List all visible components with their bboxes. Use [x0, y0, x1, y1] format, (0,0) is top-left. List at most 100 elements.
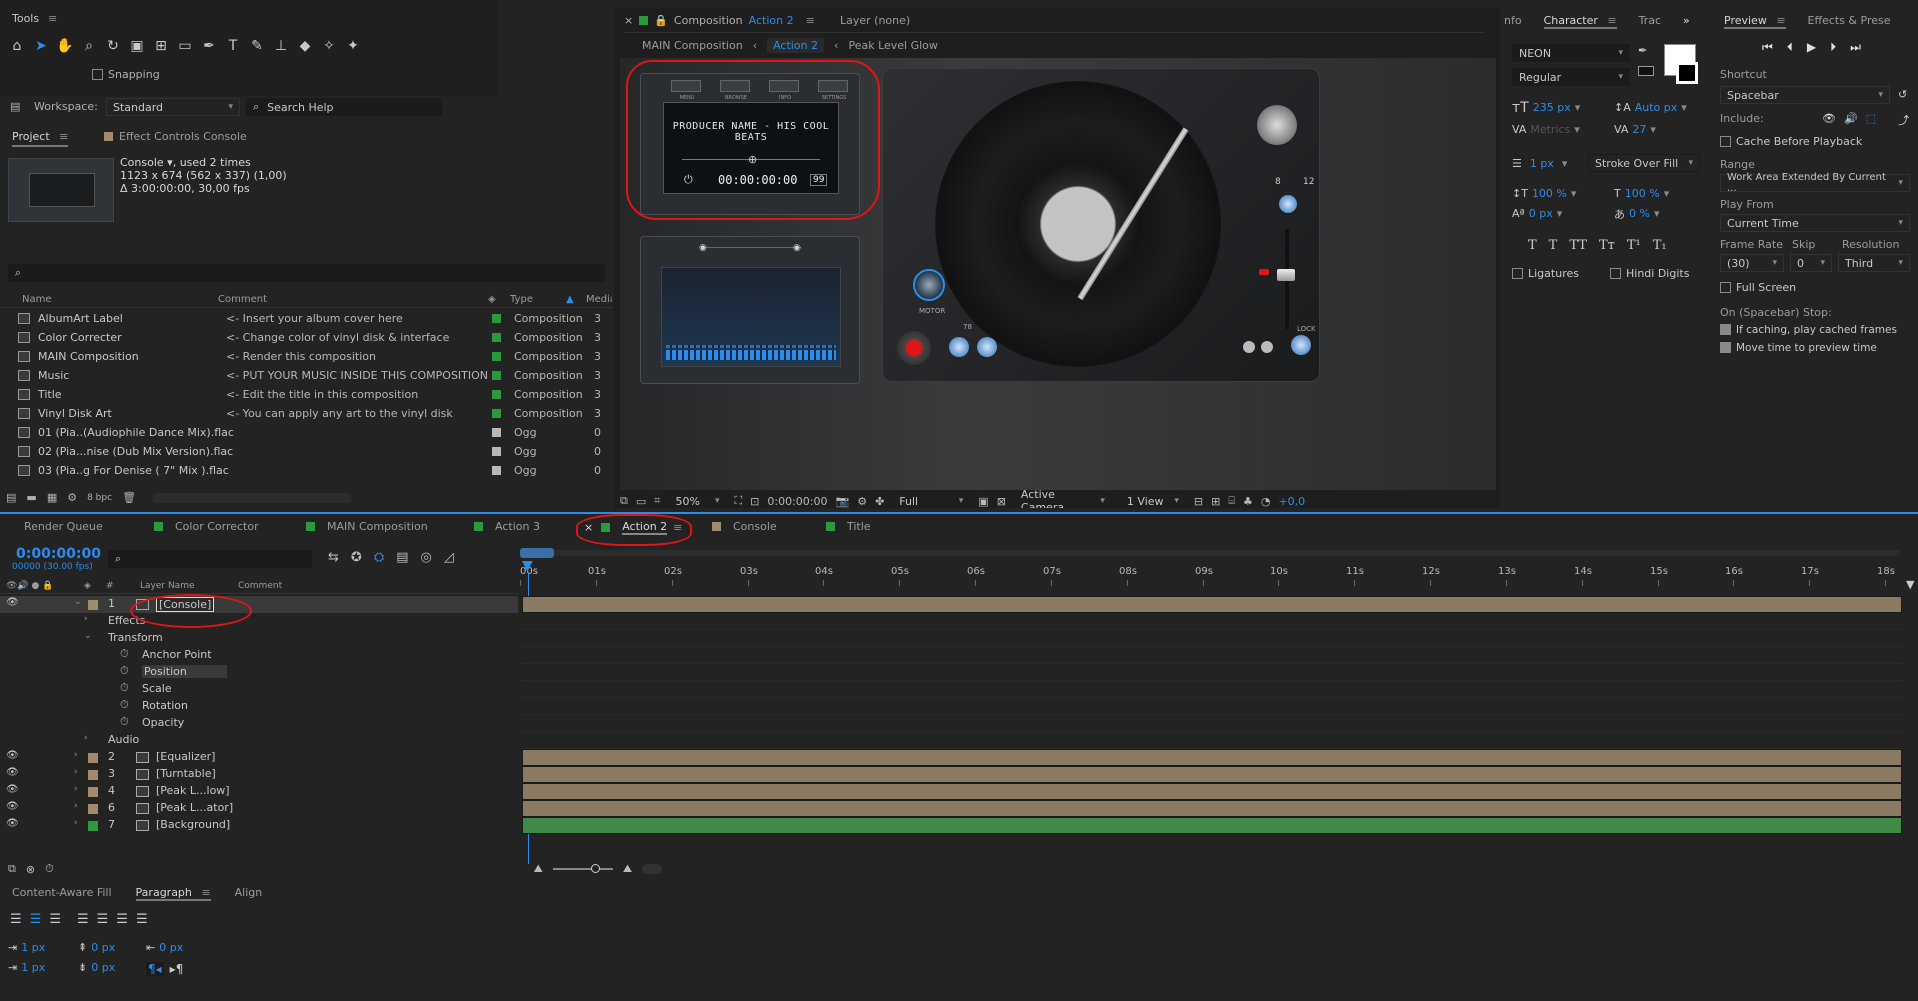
skip-select[interactable]: 0	[1790, 254, 1832, 272]
selection-tool-icon[interactable]: ➤	[30, 35, 52, 57]
property-row[interactable]: › Audio	[0, 732, 518, 749]
timeline-timecode[interactable]: 0:00:00:00	[16, 546, 101, 562]
comment-column[interactable]: Comment	[238, 581, 282, 591]
project-search-input[interactable]: ⌕	[8, 264, 606, 282]
resolution-select[interactable]: Full	[892, 492, 971, 508]
project-row[interactable]: Music <- PUT YOUR MUSIC INSIDE THIS COMPO…	[0, 367, 612, 386]
move-time-toggle[interactable]: Move time to preview time	[1720, 338, 1877, 357]
type-style-button[interactable]: T¹	[1627, 238, 1641, 253]
layer-name[interactable]: [Peak L...ator]	[156, 801, 233, 814]
tab-align[interactable]: Align	[235, 886, 263, 901]
project-row[interactable]: Vinyl Disk Art <- You can apply any art t…	[0, 405, 612, 424]
playhead-icon[interactable]: ▼	[522, 558, 533, 574]
pitch-fader[interactable]	[1277, 269, 1295, 281]
region-icon[interactable]: ⊡	[750, 495, 759, 508]
puppet-tool-icon[interactable]: ✦	[342, 35, 364, 57]
font-select[interactable]: NEON	[1512, 44, 1630, 62]
baseline-value[interactable]: 0 px	[1529, 207, 1553, 220]
layer-name[interactable]: [Peak L...low]	[156, 784, 230, 797]
align-right-icon[interactable]: ☰	[49, 912, 61, 927]
ltr-icon[interactable]: ¶◂	[146, 962, 164, 976]
property-row[interactable]: ⏱ Rotation	[0, 698, 518, 715]
tab-project[interactable]: Project ≡	[12, 130, 69, 147]
work-area-start[interactable]	[520, 548, 554, 558]
hscale-value[interactable]: 100 %	[1625, 187, 1660, 200]
timeline-scrollbar[interactable]	[642, 864, 663, 874]
expand-arrow-icon[interactable]: ›	[74, 750, 78, 760]
type-style-button[interactable]: T₁	[1653, 238, 1667, 253]
trash-icon[interactable]: 🗑	[122, 491, 136, 504]
close-icon[interactable]: ×	[624, 14, 633, 27]
speed-33-button[interactable]	[949, 337, 969, 357]
layer-row[interactable]: 👁 › 6 [Peak L...ator]	[0, 800, 518, 817]
motor-knob[interactable]	[913, 269, 945, 301]
project-row-label-color[interactable]	[492, 314, 501, 323]
new-composition-icon[interactable]: ▦	[47, 491, 57, 504]
toggle-modes-icon[interactable]: ⊗	[26, 863, 35, 876]
indent-right-value[interactable]: 1 px	[21, 961, 45, 974]
sort-icon[interactable]: ▲	[566, 294, 574, 305]
zoom-in-icon[interactable]: ⛰	[623, 862, 632, 876]
visibility-eye-icon[interactable]: 👁	[6, 750, 19, 761]
ligatures-checkbox[interactable]	[1512, 268, 1523, 279]
layer-name[interactable]: [Equalizer]	[156, 750, 215, 763]
search-help-input[interactable]: ⌕ Search Help	[246, 98, 442, 116]
layer-label-color[interactable]	[88, 600, 98, 610]
tab-info[interactable]: nfo	[1504, 14, 1522, 29]
visibility-eye-icon[interactable]: 👁	[6, 784, 19, 795]
property-row[interactable]: ⏱ Opacity	[0, 715, 518, 732]
leading-value[interactable]: Auto px	[1635, 101, 1678, 114]
layer-row[interactable]: 👁 › 4 [Peak L...low]	[0, 783, 518, 800]
expand-arrow-icon[interactable]: ›	[84, 614, 88, 624]
first-frame-icon[interactable]: ⏮	[1762, 40, 1773, 55]
always-preview-icon[interactable]: ⧉	[620, 494, 628, 508]
resolution-select-preview[interactable]: Third	[1838, 254, 1910, 272]
timeline-icon[interactable]: ⌸	[1228, 494, 1235, 508]
play-icon[interactable]: ▶	[1807, 40, 1816, 55]
visibility-eye-icon[interactable]: 👁	[6, 818, 19, 829]
kerning-value[interactable]: Metrics	[1530, 123, 1570, 136]
toggle-icon-1[interactable]: ⊟	[1194, 495, 1203, 508]
layer-duration-bar[interactable]	[522, 749, 1902, 766]
visibility-eye-icon[interactable]: 👁	[6, 597, 19, 608]
layer-row[interactable]: 👁 › 3 [Turntable]	[0, 766, 518, 783]
expand-arrow-icon[interactable]: ›	[74, 801, 78, 811]
stopwatch-icon[interactable]: ⏱	[120, 664, 129, 678]
col-comment[interactable]: Comment	[218, 294, 267, 305]
stroke-mode-select[interactable]: Stroke Over Fill	[1588, 154, 1700, 172]
start-stop-button[interactable]	[897, 331, 931, 365]
comp-timecode[interactable]: 0:00:00:00	[767, 495, 827, 508]
project-row-label-color[interactable]	[492, 428, 501, 437]
speed-45-button[interactable]	[977, 337, 997, 357]
project-row[interactable]: Title <- Edit the title in this compositi…	[0, 386, 612, 405]
small-knob-2[interactable]	[1261, 341, 1273, 353]
zoom-tool-icon[interactable]: ⌕	[78, 35, 100, 57]
hand-tool-icon[interactable]: ✋	[54, 35, 76, 57]
tracking-value[interactable]: 27	[1632, 123, 1646, 136]
prev-frame-icon[interactable]: ⏴	[1787, 40, 1793, 55]
stopwatch-icon[interactable]: ⏱	[120, 715, 129, 729]
stroke-swatch-large[interactable]	[1676, 62, 1698, 84]
hindi-digits-toggle[interactable]: Hindi Digits	[1610, 264, 1689, 283]
reset-icon[interactable]: ↺	[1898, 88, 1907, 101]
next-frame-icon[interactable]: ⏵	[1830, 40, 1836, 55]
project-row[interactable]: Color Correcter <- Change color of vinyl …	[0, 329, 612, 348]
audio-icon[interactable]: 🔊	[1844, 112, 1858, 128]
zoom-select[interactable]: 50%	[668, 492, 727, 508]
project-row-label-color[interactable]	[492, 447, 501, 456]
timeline-tab[interactable]: Render Queue	[24, 520, 103, 533]
tab-effect-controls[interactable]: Effect Controls Console	[104, 130, 247, 143]
clone-stamp-tool-icon[interactable]: ⊥	[270, 35, 292, 57]
paragraph-menu-icon[interactable]: ≡	[201, 886, 210, 899]
bpc-label[interactable]: 8 bpc	[87, 493, 112, 503]
type-style-button[interactable]: T	[1549, 238, 1558, 253]
mask-icon[interactable]: ⌗	[654, 494, 660, 508]
graph-editor-icon[interactable]: ◿	[444, 550, 454, 565]
crumb-action2[interactable]: Action 2	[767, 38, 825, 53]
timeline-search-input[interactable]: ⌕	[108, 550, 312, 568]
cache-checkbox[interactable]	[1720, 136, 1731, 147]
eyedropper-icon[interactable]: ✒	[1638, 44, 1647, 57]
type-tool-icon[interactable]: T	[222, 35, 244, 57]
justify-right-icon[interactable]: ☰	[116, 912, 128, 927]
layer-duration-bar[interactable]	[522, 766, 1902, 783]
